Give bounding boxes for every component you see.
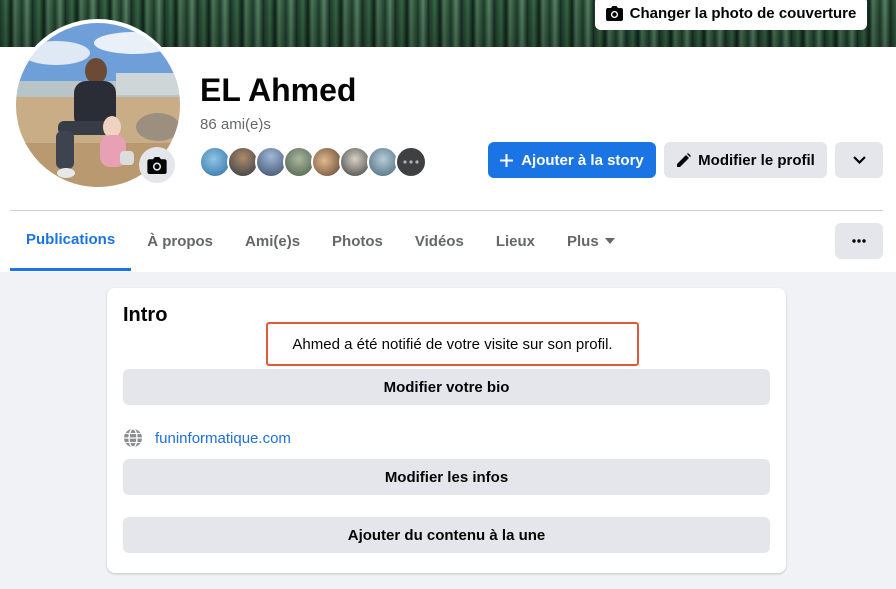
tab-friends[interactable]: Ami(e)s [229,211,316,271]
update-avatar-button[interactable] [139,147,175,183]
more-dots-icon [403,160,419,164]
visit-notification: Ahmed a été notifié de votre visite sur … [266,322,639,366]
profile-name: EL Ahmed [200,72,357,108]
tab-more[interactable]: Plus [551,211,631,271]
edit-bio-button[interactable]: Modifier votre bio [123,369,770,405]
friend-avatar-more[interactable] [395,146,427,178]
profile-header: Changer la photo de couverture EL Ahmed … [0,0,896,272]
profile-options-button[interactable] [835,142,883,178]
camera-icon [147,156,167,174]
tab-publications[interactable]: Publications [10,211,132,271]
edit-bio-label: Modifier votre bio [383,378,510,396]
chevron-down-icon [852,156,866,164]
caret-down-icon [604,238,615,244]
camera-icon [605,5,623,21]
website-link[interactable]: funinformatique.com [155,430,291,447]
edit-info-button[interactable]: Modifier les infos [123,459,770,495]
edit-profile-label: Modifier le profil [698,151,815,169]
tab-photos[interactable]: Photos [316,211,399,271]
tabs-more-options-button[interactable] [835,223,883,259]
friends-count[interactable]: 86 ami(e)s [200,116,271,133]
add-featured-label: Ajouter du contenu à la une [347,526,546,544]
edit-profile-button[interactable]: Modifier le profil [664,142,827,178]
intro-card: Intro Ahmed a été notifié de votre visit… [107,288,786,573]
change-cover-button[interactable]: Changer la photo de couverture [595,0,867,30]
tab-videos[interactable]: Vidéos [399,211,480,271]
change-cover-label: Changer la photo de couverture [629,4,857,22]
add-to-story-button[interactable]: Ajouter à la story [488,142,656,178]
tab-places[interactable]: Lieux [480,211,551,271]
tab-about[interactable]: À propos [131,211,229,271]
add-to-story-label: Ajouter à la story [521,151,644,169]
add-featured-button[interactable]: Ajouter du contenu à la une [123,517,770,553]
profile-tabs: Publications À propos Ami(e)s Photos Vid… [10,211,631,272]
edit-info-label: Modifier les infos [384,468,509,486]
globe-icon [124,428,142,448]
plus-icon [500,153,514,167]
more-dots-icon [852,239,866,243]
pencil-icon [677,152,692,167]
website-row: funinformatique.com [123,428,291,448]
intro-title: Intro [123,304,168,326]
